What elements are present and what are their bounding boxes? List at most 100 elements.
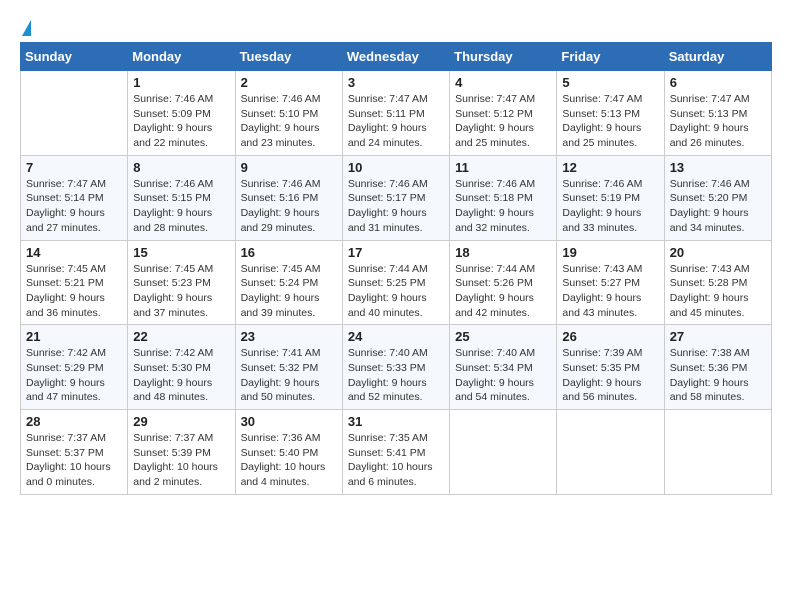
calendar-cell: 16 Sunrise: 7:45 AM Sunset: 5:24 PM Dayl… xyxy=(235,240,342,325)
sunrise-label: Sunrise: 7:44 AM xyxy=(455,263,535,275)
daylight-label: Daylight: 9 hours and 56 minutes. xyxy=(562,377,641,404)
sunrise-label: Sunrise: 7:46 AM xyxy=(670,178,750,190)
sunrise-label: Sunrise: 7:37 AM xyxy=(26,432,106,444)
sunset-label: Sunset: 5:24 PM xyxy=(241,277,319,289)
day-number: 4 xyxy=(455,75,551,90)
sunset-label: Sunset: 5:35 PM xyxy=(562,362,640,374)
calendar-cell: 17 Sunrise: 7:44 AM Sunset: 5:25 PM Dayl… xyxy=(342,240,449,325)
daylight-label: Daylight: 9 hours and 36 minutes. xyxy=(26,292,105,319)
calendar-cell: 11 Sunrise: 7:46 AM Sunset: 5:18 PM Dayl… xyxy=(450,155,557,240)
sunset-label: Sunset: 5:19 PM xyxy=(562,192,640,204)
weekday-header-tuesday: Tuesday xyxy=(235,43,342,71)
day-number: 1 xyxy=(133,75,229,90)
daylight-label: Daylight: 9 hours and 50 minutes. xyxy=(241,377,320,404)
calendar-week-row: 28 Sunrise: 7:37 AM Sunset: 5:37 PM Dayl… xyxy=(21,410,772,495)
day-info: Sunrise: 7:44 AM Sunset: 5:25 PM Dayligh… xyxy=(348,262,444,321)
sunset-label: Sunset: 5:16 PM xyxy=(241,192,319,204)
daylight-label: Daylight: 10 hours and 6 minutes. xyxy=(348,461,433,488)
calendar-week-row: 14 Sunrise: 7:45 AM Sunset: 5:21 PM Dayl… xyxy=(21,240,772,325)
day-info: Sunrise: 7:45 AM Sunset: 5:21 PM Dayligh… xyxy=(26,262,122,321)
day-number: 25 xyxy=(455,329,551,344)
sunset-label: Sunset: 5:28 PM xyxy=(670,277,748,289)
day-info: Sunrise: 7:36 AM Sunset: 5:40 PM Dayligh… xyxy=(241,431,337,490)
calendar-cell: 18 Sunrise: 7:44 AM Sunset: 5:26 PM Dayl… xyxy=(450,240,557,325)
day-info: Sunrise: 7:46 AM Sunset: 5:17 PM Dayligh… xyxy=(348,177,444,236)
calendar-cell: 27 Sunrise: 7:38 AM Sunset: 5:36 PM Dayl… xyxy=(664,325,771,410)
day-number: 27 xyxy=(670,329,766,344)
sunset-label: Sunset: 5:40 PM xyxy=(241,447,319,459)
calendar-cell: 8 Sunrise: 7:46 AM Sunset: 5:15 PM Dayli… xyxy=(128,155,235,240)
day-info: Sunrise: 7:47 AM Sunset: 5:14 PM Dayligh… xyxy=(26,177,122,236)
calendar-cell: 19 Sunrise: 7:43 AM Sunset: 5:27 PM Dayl… xyxy=(557,240,664,325)
sunset-label: Sunset: 5:15 PM xyxy=(133,192,211,204)
day-number: 23 xyxy=(241,329,337,344)
daylight-label: Daylight: 9 hours and 45 minutes. xyxy=(670,292,749,319)
day-info: Sunrise: 7:46 AM Sunset: 5:20 PM Dayligh… xyxy=(670,177,766,236)
day-number: 2 xyxy=(241,75,337,90)
day-info: Sunrise: 7:46 AM Sunset: 5:16 PM Dayligh… xyxy=(241,177,337,236)
sunset-label: Sunset: 5:12 PM xyxy=(455,108,533,120)
daylight-label: Daylight: 9 hours and 22 minutes. xyxy=(133,122,212,149)
sunrise-label: Sunrise: 7:46 AM xyxy=(133,93,213,105)
logo xyxy=(20,20,33,32)
day-info: Sunrise: 7:46 AM Sunset: 5:19 PM Dayligh… xyxy=(562,177,658,236)
day-number: 22 xyxy=(133,329,229,344)
sunset-label: Sunset: 5:41 PM xyxy=(348,447,426,459)
sunrise-label: Sunrise: 7:47 AM xyxy=(670,93,750,105)
day-number: 20 xyxy=(670,245,766,260)
calendar-cell: 13 Sunrise: 7:46 AM Sunset: 5:20 PM Dayl… xyxy=(664,155,771,240)
calendar-cell: 4 Sunrise: 7:47 AM Sunset: 5:12 PM Dayli… xyxy=(450,71,557,156)
sunset-label: Sunset: 5:33 PM xyxy=(348,362,426,374)
sunrise-label: Sunrise: 7:40 AM xyxy=(455,347,535,359)
day-number: 17 xyxy=(348,245,444,260)
sunrise-label: Sunrise: 7:41 AM xyxy=(241,347,321,359)
day-number: 19 xyxy=(562,245,658,260)
weekday-header-thursday: Thursday xyxy=(450,43,557,71)
day-number: 5 xyxy=(562,75,658,90)
sunrise-label: Sunrise: 7:40 AM xyxy=(348,347,428,359)
sunrise-label: Sunrise: 7:44 AM xyxy=(348,263,428,275)
daylight-label: Daylight: 9 hours and 43 minutes. xyxy=(562,292,641,319)
calendar-cell: 22 Sunrise: 7:42 AM Sunset: 5:30 PM Dayl… xyxy=(128,325,235,410)
day-number: 31 xyxy=(348,414,444,429)
day-number: 15 xyxy=(133,245,229,260)
daylight-label: Daylight: 9 hours and 47 minutes. xyxy=(26,377,105,404)
day-number: 28 xyxy=(26,414,122,429)
daylight-label: Daylight: 9 hours and 27 minutes. xyxy=(26,207,105,234)
calendar-week-row: 7 Sunrise: 7:47 AM Sunset: 5:14 PM Dayli… xyxy=(21,155,772,240)
sunrise-label: Sunrise: 7:46 AM xyxy=(562,178,642,190)
sunset-label: Sunset: 5:09 PM xyxy=(133,108,211,120)
daylight-label: Daylight: 9 hours and 37 minutes. xyxy=(133,292,212,319)
day-info: Sunrise: 7:44 AM Sunset: 5:26 PM Dayligh… xyxy=(455,262,551,321)
daylight-label: Daylight: 9 hours and 39 minutes. xyxy=(241,292,320,319)
day-info: Sunrise: 7:46 AM Sunset: 5:09 PM Dayligh… xyxy=(133,92,229,151)
day-number: 26 xyxy=(562,329,658,344)
calendar-cell: 29 Sunrise: 7:37 AM Sunset: 5:39 PM Dayl… xyxy=(128,410,235,495)
sunset-label: Sunset: 5:29 PM xyxy=(26,362,104,374)
day-number: 29 xyxy=(133,414,229,429)
sunrise-label: Sunrise: 7:47 AM xyxy=(26,178,106,190)
sunrise-label: Sunrise: 7:38 AM xyxy=(670,347,750,359)
daylight-label: Daylight: 10 hours and 2 minutes. xyxy=(133,461,218,488)
day-info: Sunrise: 7:43 AM Sunset: 5:28 PM Dayligh… xyxy=(670,262,766,321)
sunset-label: Sunset: 5:20 PM xyxy=(670,192,748,204)
day-number: 24 xyxy=(348,329,444,344)
calendar-cell xyxy=(450,410,557,495)
calendar-cell: 5 Sunrise: 7:47 AM Sunset: 5:13 PM Dayli… xyxy=(557,71,664,156)
daylight-label: Daylight: 10 hours and 0 minutes. xyxy=(26,461,111,488)
calendar-week-row: 1 Sunrise: 7:46 AM Sunset: 5:09 PM Dayli… xyxy=(21,71,772,156)
daylight-label: Daylight: 9 hours and 40 minutes. xyxy=(348,292,427,319)
sunset-label: Sunset: 5:25 PM xyxy=(348,277,426,289)
sunset-label: Sunset: 5:13 PM xyxy=(562,108,640,120)
sunset-label: Sunset: 5:36 PM xyxy=(670,362,748,374)
day-info: Sunrise: 7:45 AM Sunset: 5:23 PM Dayligh… xyxy=(133,262,229,321)
calendar-cell: 23 Sunrise: 7:41 AM Sunset: 5:32 PM Dayl… xyxy=(235,325,342,410)
sunrise-label: Sunrise: 7:46 AM xyxy=(348,178,428,190)
day-number: 7 xyxy=(26,160,122,175)
weekday-header-sunday: Sunday xyxy=(21,43,128,71)
daylight-label: Daylight: 9 hours and 42 minutes. xyxy=(455,292,534,319)
logo-triangle-icon xyxy=(22,20,31,36)
calendar-cell: 30 Sunrise: 7:36 AM Sunset: 5:40 PM Dayl… xyxy=(235,410,342,495)
sunset-label: Sunset: 5:17 PM xyxy=(348,192,426,204)
daylight-label: Daylight: 9 hours and 24 minutes. xyxy=(348,122,427,149)
